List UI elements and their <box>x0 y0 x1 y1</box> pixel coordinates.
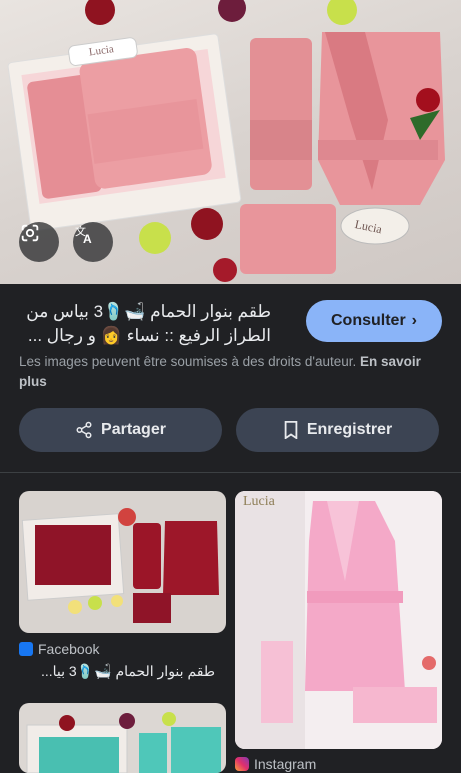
related-image-1[interactable] <box>19 491 226 633</box>
related-image-2[interactable]: Lucia <box>235 491 442 749</box>
related-image-3[interactable] <box>19 703 226 773</box>
share-icon <box>75 421 93 439</box>
related-source-2[interactable]: Instagram <box>235 756 316 772</box>
visit-button-label: Consulter <box>331 312 406 329</box>
hero-image[interactable]: Lucia Lucia 文 A <box>0 0 461 284</box>
save-label: Enregistrer <box>306 421 393 438</box>
google-lens-button[interactable] <box>19 222 59 262</box>
related-source-2-label: Instagram <box>254 756 317 772</box>
share-label: Partager <box>101 421 166 438</box>
copyright-notice: Les images peuvent être soumises à des d… <box>19 352 444 392</box>
result-title[interactable]: طقم بنوار الحمام 🛁🩴3 بياس من الطراز الرف… <box>19 300 271 348</box>
copyright-text: Les images peuvent être soumises à des d… <box>19 354 357 369</box>
translate-button[interactable]: 文 A <box>73 222 113 262</box>
google-lens-icon <box>21 224 39 242</box>
related-source-1-label: Facebook <box>38 641 100 657</box>
visit-button[interactable]: Consulter › <box>306 300 442 342</box>
related-overlay-text: Lucia <box>243 494 276 509</box>
translate-icon: 文 A <box>75 224 92 246</box>
related-caption-1[interactable]: طقم بنوار الحمام 🛁🩴3 بيا... <box>19 663 215 680</box>
bathrobe-set-photo: Lucia Lucia <box>7 0 445 282</box>
instagram-icon <box>235 757 249 771</box>
svg-text:A: A <box>83 232 92 246</box>
image-info-panel: طقم بنوار الحمام 🛁🩴3 بياس من الطراز الرف… <box>0 284 461 474</box>
chevron-right-icon: › <box>411 312 417 329</box>
facebook-icon <box>19 642 33 656</box>
section-divider <box>0 472 461 473</box>
bookmark-icon <box>283 421 299 439</box>
related-source-1[interactable]: Facebook <box>19 641 99 657</box>
save-button[interactable]: Enregistrer <box>236 408 439 452</box>
share-button[interactable]: Partager <box>19 408 222 452</box>
